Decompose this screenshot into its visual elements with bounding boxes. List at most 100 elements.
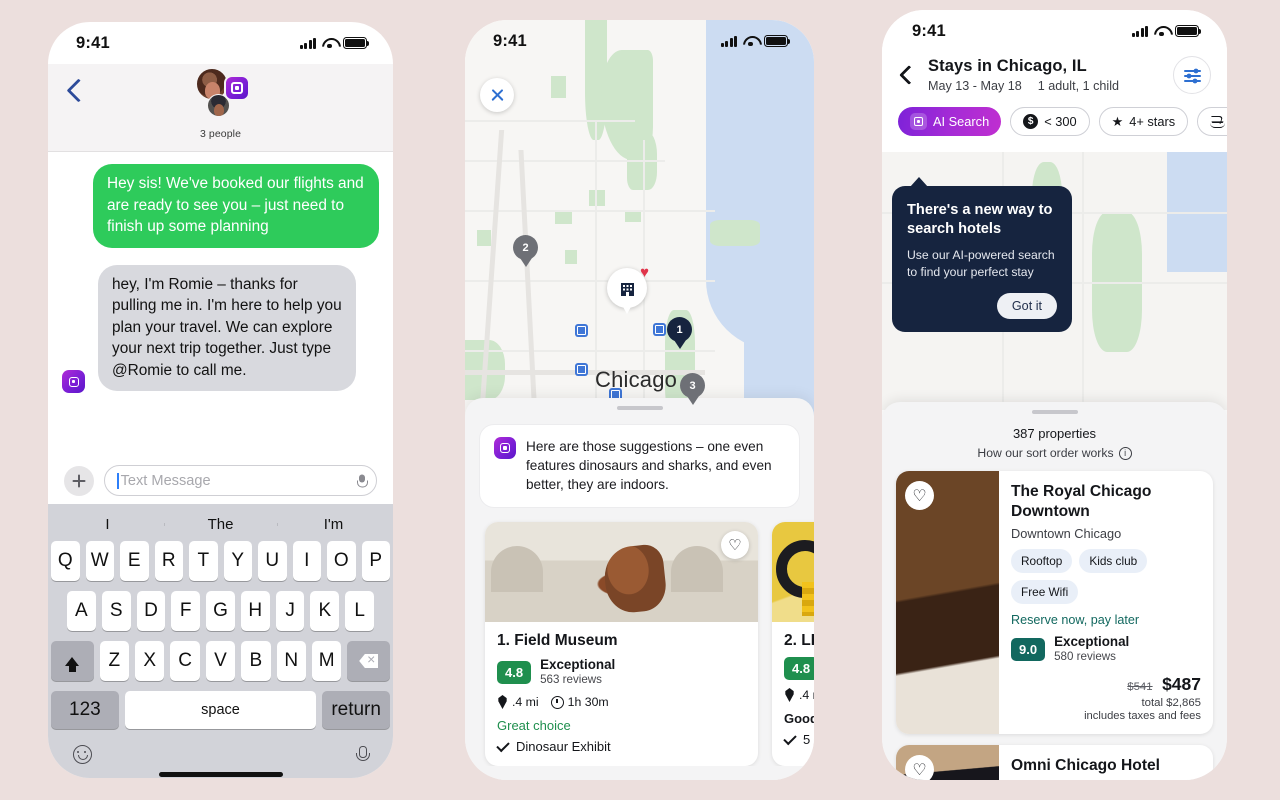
heart-outline-icon[interactable]: ♡	[905, 755, 934, 780]
rating-score: 9.0	[1011, 637, 1046, 661]
key-h[interactable]: H	[240, 591, 270, 631]
key-w[interactable]: W	[85, 541, 114, 581]
key-j[interactable]: J	[275, 591, 305, 631]
chip-label: 4+ stars	[1129, 114, 1176, 129]
microphone-icon[interactable]	[357, 474, 368, 487]
clock-icon	[550, 695, 564, 709]
key-p[interactable]: P	[361, 541, 390, 581]
date-range-label: May 13 - May 18	[928, 79, 1022, 93]
key-s[interactable]: S	[101, 591, 131, 631]
hotel-building-glyph	[620, 282, 634, 296]
rating-row: 4.8 Exceptional	[784, 657, 814, 680]
wifi-icon	[743, 36, 758, 47]
key-c[interactable]: C	[170, 641, 200, 681]
microphone-icon[interactable]	[356, 745, 370, 764]
key-k[interactable]: K	[310, 591, 340, 631]
sort-order-note[interactable]: How our sort order works i	[882, 446, 1227, 460]
map-poi-icon	[575, 324, 588, 337]
sort-order-label: How our sort order works	[977, 446, 1114, 460]
plus-icon[interactable]	[64, 465, 94, 496]
hotel-amenity-tags: Rooftop Kids club Free Wifi	[1011, 549, 1201, 604]
numbers-key[interactable]: 123	[51, 691, 119, 729]
filter-sliders-icon[interactable]	[1173, 56, 1211, 94]
chip-stars[interactable]: ★ 4+ stars	[1098, 107, 1189, 136]
map-pin-1[interactable]: 1	[667, 317, 692, 342]
key-l[interactable]: L	[345, 591, 375, 631]
hotel-card[interactable]: ♡ Omni Chicago Hotel Downtown Chicago	[896, 745, 1213, 780]
sheet-grabber[interactable]	[1031, 410, 1078, 414]
return-key[interactable]: return	[322, 691, 390, 729]
search-summary[interactable]: Stays in Chicago, IL May 13 - May 18 1 a…	[928, 57, 1161, 93]
hotel-building-icon[interactable]: ♥	[607, 265, 649, 308]
key-y[interactable]: Y	[223, 541, 252, 581]
key-i[interactable]: I	[292, 541, 321, 581]
map-pin-label: 3	[689, 379, 696, 392]
map-road	[465, 280, 715, 282]
key-o[interactable]: O	[327, 541, 356, 581]
space-key[interactable]: space	[124, 691, 317, 729]
key-r[interactable]: R	[154, 541, 183, 581]
suggestion-title: 2. LE	[784, 632, 814, 649]
chip-label: < 300	[1044, 114, 1077, 129]
message-bubble-incoming: hey, I'm Romie – thanks for pulling me i…	[62, 264, 356, 393]
prediction-item[interactable]: I'm	[277, 516, 390, 533]
key-v[interactable]: V	[205, 641, 236, 681]
shift-icon[interactable]	[51, 641, 94, 681]
chip-price[interactable]: $ < 300	[1010, 107, 1090, 136]
hotel-card[interactable]: ♡ The Royal Chicago Downtown Downtown Ch…	[896, 471, 1213, 734]
heart-outline-icon[interactable]: ♡	[905, 481, 934, 510]
key-e[interactable]: E	[120, 541, 149, 581]
map-park	[551, 76, 566, 98]
suggestion-title: 1. Field Museum	[497, 632, 618, 649]
emoji-icon[interactable]	[73, 745, 92, 764]
map-pin-label: 2	[522, 241, 529, 254]
wifi-icon	[1154, 26, 1169, 37]
suggestion-card-body: 1. Field Museum 4.8 Exceptional 563 revi…	[485, 622, 758, 766]
status-time: 9:41	[76, 33, 110, 52]
key-f[interactable]: F	[171, 591, 201, 631]
message-composer: Text Message	[48, 465, 393, 496]
key-n[interactable]: N	[276, 641, 306, 681]
phone-stays-search: 9:41 Stays in Chicago, IL May 13 - May 1…	[882, 10, 1227, 780]
rating-score: 4.8	[497, 660, 532, 684]
map-pin-3[interactable]: 3	[680, 373, 705, 398]
key-x[interactable]: X	[135, 641, 165, 681]
page-title: Stays in Chicago, IL	[928, 57, 1087, 75]
close-icon[interactable]	[480, 78, 514, 112]
price-fees-note: includes taxes and fees	[1084, 710, 1201, 722]
romie-ai-badge-icon	[223, 75, 250, 101]
key-z[interactable]: Z	[99, 641, 130, 681]
heart-outline-icon[interactable]: ♡	[721, 531, 749, 559]
key-g[interactable]: G	[206, 591, 235, 631]
suggestion-badge: Great choice	[497, 718, 571, 733]
chip-ai-search[interactable]: AI Search	[898, 107, 1002, 136]
key-t[interactable]: T	[189, 541, 218, 581]
chip-pool[interactable]: Pool	[1197, 107, 1227, 136]
sheet-grabber[interactable]	[616, 406, 663, 410]
suggestion-card[interactable]: 2. LE 4.8 Exceptional .4 m Good	[772, 522, 814, 766]
key-a[interactable]: A	[66, 591, 96, 631]
prediction-item[interactable]: I	[51, 516, 164, 533]
suggestions-sheet: Here are those suggestions – one even fe…	[465, 398, 814, 780]
key-u[interactable]: U	[258, 541, 287, 581]
map-poi-icon	[575, 363, 588, 376]
map-pin-2[interactable]: 2	[513, 235, 538, 260]
suggestion-card[interactable]: ♡ 1. Field Museum 4.8 Exceptional 563 re…	[485, 522, 758, 766]
key-q[interactable]: Q	[51, 541, 80, 581]
info-icon[interactable]: i	[1118, 446, 1132, 460]
key-m[interactable]: M	[311, 641, 342, 681]
got-it-button[interactable]: Got it	[996, 293, 1057, 319]
chevron-left-icon[interactable]	[899, 65, 919, 85]
suggestion-cards-strip[interactable]: ♡ 1. Field Museum 4.8 Exceptional 563 re…	[465, 508, 814, 766]
on-screen-keyboard[interactable]: I The I'm Q W E R T Y U I O P A S D F G …	[48, 504, 393, 778]
status-time: 9:41	[912, 21, 946, 40]
delete-icon[interactable]	[347, 641, 390, 681]
key-d[interactable]: D	[136, 591, 166, 631]
hotel-card-body: The Royal Chicago Downtown Downtown Chic…	[999, 471, 1213, 734]
key-b[interactable]: B	[241, 641, 271, 681]
prediction-item[interactable]: The	[164, 516, 277, 533]
message-input[interactable]: Text Message	[104, 465, 377, 496]
status-bar: 9:41	[465, 20, 814, 62]
participants-avatars[interactable]: 3 people	[48, 68, 393, 140]
ai-suggestion-note: Here are those suggestions – one even fe…	[479, 424, 800, 508]
